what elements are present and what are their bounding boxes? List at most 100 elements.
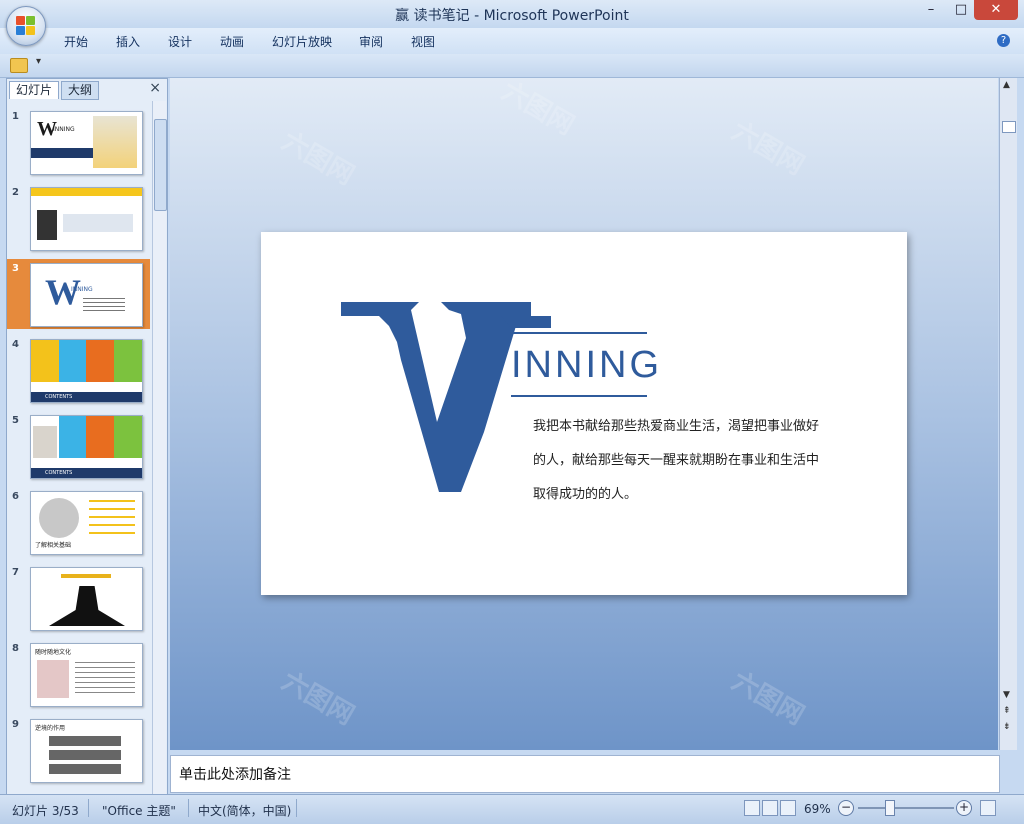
thumb-caption: 随时随地文化 <box>35 649 72 656</box>
tab-view[interactable]: 视图 <box>411 33 435 50</box>
thumbnail-slide: CONTENTS <box>30 415 143 479</box>
thumbnail-item[interactable]: 2 <box>7 183 150 253</box>
slide-body-text: 我把本书献给那些热爱商业生活，渴望把事业做好 的人，献给那些每天一醒来就期盼在事… <box>533 410 873 512</box>
normal-view-icon[interactable] <box>744 800 760 816</box>
window-title: 赢 读书笔记 - Microsoft PowerPoint <box>395 8 629 24</box>
thumb-band <box>31 188 142 196</box>
thumbnail-scrollbar[interactable] <box>152 101 167 795</box>
slide-canvas: 六图网 六图网 六图网 六图网 六图网 INNING 我把本书献给那些热爱商业生… <box>170 76 998 750</box>
thumbnail-item[interactable]: 7 <box>7 563 150 633</box>
notes-placeholder: 单击此处添加备注 <box>179 767 291 783</box>
status-separator <box>88 799 89 817</box>
tab-slides[interactable]: 幻灯片 <box>9 81 60 99</box>
tab-slideshow[interactable]: 幻灯片放映 <box>272 33 332 50</box>
watermark: 六图网 <box>276 126 360 192</box>
thumbnail-item[interactable]: 6 了解相关基础 <box>7 487 150 557</box>
thumb-color-block <box>114 340 142 382</box>
thumb-caption: 了解相关基础 <box>35 542 72 549</box>
zoom-slider-handle[interactable] <box>885 800 896 816</box>
scroll-up-icon[interactable]: ▲ <box>1003 80 1010 90</box>
status-separator <box>188 799 189 817</box>
next-slide-icon[interactable]: ⇟ <box>1003 722 1011 732</box>
thumb-caption: INNING <box>71 286 93 293</box>
heading-top-rule <box>511 332 647 334</box>
canvas-scroll-thumb[interactable] <box>1002 121 1016 133</box>
thumbnail-scroll-thumb[interactable] <box>154 119 167 211</box>
tab-insert[interactable]: 插入 <box>116 33 140 50</box>
tab-design[interactable]: 设计 <box>168 33 192 50</box>
language-indicator[interactable]: 中文(简体，中国) <box>198 802 291 819</box>
thumb-caption: INNING <box>53 126 75 133</box>
thumb-textblock <box>75 662 135 696</box>
customize-toolbar-dropdown-icon[interactable]: ▾ <box>36 56 41 67</box>
slide-text-line: 的人，献给那些每天一醒来就期盼在事业和生活中 <box>533 453 820 468</box>
thumbnail-item[interactable]: 8 随时随地文化 <box>7 639 150 709</box>
close-panel-icon[interactable]: × <box>149 80 161 96</box>
thumbnail-item-selected[interactable]: 3 W INNING <box>7 259 150 329</box>
thumb-caption: CONTENTS <box>31 392 142 402</box>
zoom-slider-track[interactable] <box>858 807 954 809</box>
thumbnail-item[interactable]: 4 CONTENTS <box>7 335 150 405</box>
thumb-textblock <box>89 500 135 540</box>
tab-outline[interactable]: 大纲 <box>61 81 100 100</box>
zoom-out-icon[interactable]: − <box>838 800 854 816</box>
maximize-button[interactable]: □ <box>946 0 976 20</box>
watermark: 六图网 <box>726 116 810 182</box>
thumbnail-number: 2 <box>12 187 19 198</box>
open-folder-icon[interactable] <box>10 58 28 73</box>
thumb-color-block <box>31 340 59 382</box>
slides-panel: 幻灯片 大纲 × 1 W INNING 2 3 W INNING 4 CONTE… <box>6 78 168 796</box>
notes-pane[interactable]: 单击此处添加备注 <box>170 755 1000 793</box>
thumb-photo <box>37 660 69 698</box>
thumb-color-block <box>59 340 86 382</box>
zoom-in-icon[interactable]: + <box>956 800 972 816</box>
thumb-photo <box>33 426 57 458</box>
thumbnail-list: 1 W INNING 2 3 W INNING 4 CONTENTS 5 CON… <box>7 101 150 795</box>
tab-home[interactable]: 开始 <box>64 33 88 50</box>
watermark: 六图网 <box>726 666 810 732</box>
thumbnail-number: 3 <box>12 263 19 274</box>
scroll-down-icon[interactable]: ▼ <box>1003 690 1010 700</box>
thumbnail-slide <box>30 187 143 251</box>
slideshow-view-icon[interactable] <box>780 800 796 816</box>
zoom-level[interactable]: 69% <box>804 802 831 816</box>
thumbnail-slide: 了解相关基础 <box>30 491 143 555</box>
thumb-bar <box>61 574 111 578</box>
slide-text-line: 我把本书献给那些热爱商业生活，渴望把事业做好 <box>533 419 820 434</box>
thumb-bar <box>49 736 121 746</box>
tab-animations[interactable]: 动画 <box>220 33 244 50</box>
thumb-color-block <box>59 416 86 458</box>
office-button[interactable] <box>6 6 46 46</box>
help-icon[interactable]: ? <box>997 34 1010 47</box>
thumbnail-number: 1 <box>12 111 19 122</box>
thumb-textblock <box>63 214 133 232</box>
thumbnail-slide: W INNING <box>30 111 143 175</box>
thumb-caption: 逆境的作用 <box>35 725 66 732</box>
thumbnail-item[interactable]: 9 逆境的作用 <box>7 715 150 785</box>
canvas-scrollbar[interactable]: ▲ ▼ ⇞ ⇟ <box>999 78 1017 750</box>
thumb-textblock <box>83 298 125 312</box>
thumb-photo <box>37 210 57 240</box>
thumb-color-block <box>114 416 142 458</box>
slide-heading: INNING <box>511 344 662 386</box>
watermark: 六图网 <box>496 76 580 142</box>
thumbnail-number: 8 <box>12 643 19 654</box>
tab-review[interactable]: 审阅 <box>359 33 383 50</box>
thumbnail-slide: 随时随地文化 <box>30 643 143 707</box>
minimize-button[interactable]: – <box>916 0 946 20</box>
thumbnail-item[interactable]: 1 W INNING <box>7 107 150 177</box>
fit-to-window-icon[interactable] <box>980 800 996 816</box>
thumbnail-slide <box>30 567 143 631</box>
previous-slide-icon[interactable]: ⇞ <box>1003 706 1011 716</box>
thumb-band <box>31 148 101 158</box>
slide-position: 幻灯片 3/53 <box>12 804 79 818</box>
current-slide[interactable]: INNING 我把本书献给那些热爱商业生活，渴望把事业做好 的人，献给那些每天一… <box>261 232 907 595</box>
thumb-photo <box>93 116 137 168</box>
status-separator <box>296 799 297 817</box>
thumbnail-item[interactable]: 5 CONTENTS <box>7 411 150 481</box>
thumbnail-number: 6 <box>12 491 19 502</box>
office-logo-icon <box>16 16 36 36</box>
slide-sorter-view-icon[interactable] <box>762 800 778 816</box>
close-button[interactable]: ✕ <box>974 0 1018 20</box>
status-bar: 幻灯片 3/53 "Office 主题" 中文(简体，中国) 69% − + <box>0 794 1024 824</box>
